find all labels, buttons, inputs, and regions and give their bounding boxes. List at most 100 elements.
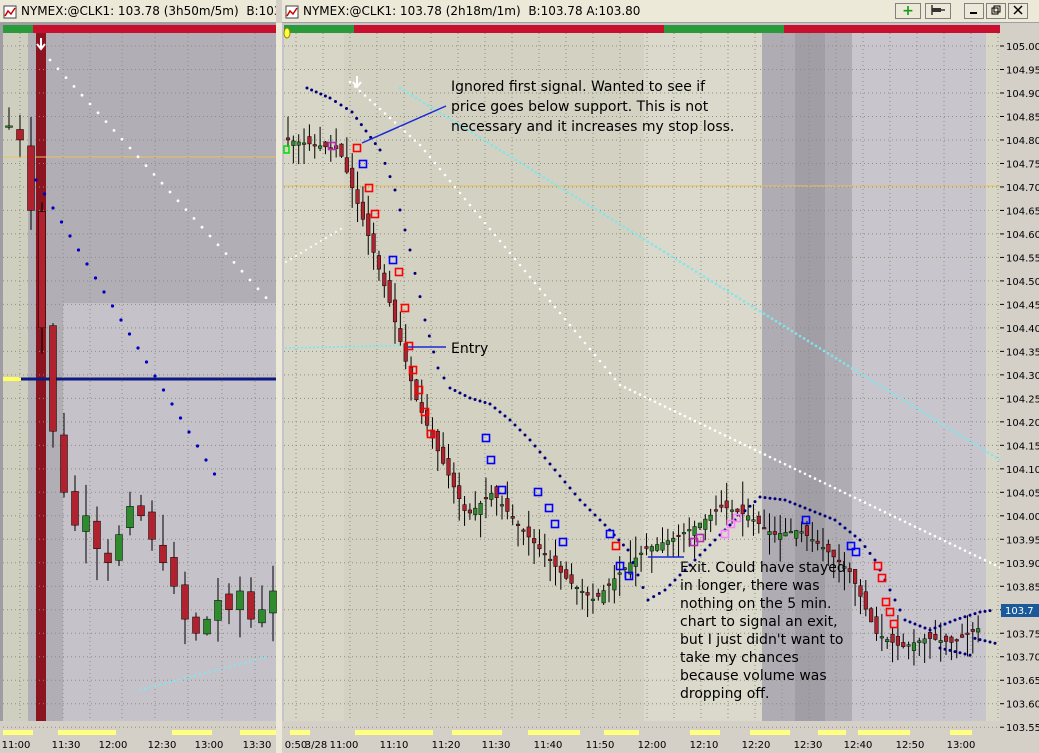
cyan-dot: [494, 146, 498, 149]
psar-dot: [888, 588, 892, 592]
price-tick-label: 104.85: [1006, 112, 1039, 123]
psar-dot: [378, 148, 382, 152]
right-chart-pane[interactable]: Ignored first signal. Wanted to see if pr…: [282, 23, 1039, 751]
down-candle: [192, 616, 200, 634]
down-candle: [137, 505, 145, 517]
ma-dot: [80, 93, 84, 97]
down-candle: [869, 608, 874, 623]
cyan-dot: [364, 345, 368, 348]
psar-dot: [673, 578, 677, 582]
psar-dot: [153, 374, 157, 378]
ma-dot: [623, 386, 627, 389]
psar-dot: [323, 94, 327, 98]
cyan-dot: [954, 431, 958, 435]
price-tick-label: 104.70: [1006, 183, 1039, 194]
psar-dot: [788, 500, 792, 504]
cyan-dot: [388, 344, 392, 348]
up-candle: [115, 534, 123, 561]
left-chart-pane[interactable]: 11:00 11:30 12:00 12:30 13:00 13:30: [0, 23, 282, 753]
down-candle: [510, 516, 515, 519]
up-candle: [478, 502, 483, 515]
down-candle: [532, 538, 537, 544]
ma-dot: [993, 563, 997, 567]
psar-dot: [423, 318, 427, 322]
down-candle: [863, 591, 868, 610]
cyan-dot: [898, 396, 902, 400]
ma-dot: [128, 146, 132, 150]
ma-dot: [393, 121, 397, 124]
cyan-dot: [994, 456, 998, 459]
ma-dot: [304, 248, 308, 252]
psar-dot: [641, 586, 645, 589]
psar-dot: [408, 248, 412, 252]
cyan-dot: [478, 136, 482, 139]
cyan-dot: [284, 346, 288, 350]
down-candle: [858, 585, 863, 597]
annotation-line: Ignored first signal. Wanted to see if: [451, 79, 706, 95]
down-candle: [933, 634, 938, 640]
cyan-dot: [618, 223, 622, 226]
psar-dot: [833, 518, 837, 522]
psar-dot: [34, 178, 38, 182]
psar-dot: [578, 498, 582, 502]
psar-dot: [663, 588, 667, 592]
up-candle: [489, 493, 494, 500]
time-tick-label: 12:20: [742, 740, 771, 751]
cyan-dot: [590, 205, 594, 209]
cyan-dot: [726, 290, 730, 293]
psar-dot: [713, 538, 717, 542]
psar-dot: [568, 486, 572, 490]
psar-dot: [528, 438, 532, 442]
cyan-dot: [718, 285, 722, 288]
cyan-dot: [598, 210, 602, 214]
up-candle: [5, 125, 13, 128]
psar-dot: [978, 638, 982, 642]
cyan-dot: [368, 345, 372, 348]
down-candle: [853, 569, 858, 584]
down-candle: [339, 143, 344, 157]
cyan-dot: [502, 151, 506, 154]
ma-dot: [843, 491, 847, 495]
psar-dot: [204, 458, 208, 462]
psar-dot: [393, 188, 397, 192]
down-candle: [890, 633, 895, 643]
up-candle: [203, 618, 211, 635]
ma-dot: [378, 107, 382, 111]
cyan-dot: [594, 208, 598, 211]
psar-dot: [305, 86, 309, 90]
psar-dot: [413, 271, 417, 275]
cyan-dot: [666, 252, 670, 256]
psar-dot: [102, 290, 106, 294]
ma-dot: [120, 137, 124, 141]
down-candle: [49, 325, 57, 432]
time-tick-label: 3/28: [305, 740, 327, 751]
cyan-dot: [292, 346, 296, 349]
down-candle: [350, 167, 355, 189]
psar-dot: [473, 398, 477, 401]
psar-dot: [988, 640, 992, 644]
ma-dot: [738, 441, 742, 444]
price-tick-label: 104.55: [1006, 253, 1039, 264]
ma-dot: [112, 129, 116, 132]
cyan-dot: [546, 178, 550, 182]
psar-dot: [42, 192, 47, 196]
cyan-dot: [422, 101, 426, 105]
ma-dot: [593, 353, 597, 357]
psar-dot: [51, 206, 55, 210]
ma-dot: [299, 251, 303, 255]
cyan-dot: [790, 329, 794, 333]
ma-dot: [708, 426, 712, 430]
cyan-dot: [738, 297, 742, 301]
psar-dot: [813, 510, 817, 514]
cyan-dot: [710, 280, 714, 283]
ma-dot: [200, 225, 204, 229]
ma-dot: [503, 245, 507, 249]
up-candle: [783, 532, 788, 537]
down-candle: [874, 616, 879, 634]
cyan-dot: [558, 185, 562, 189]
price-tick-label: 105.00: [1006, 42, 1039, 53]
ma-dot: [518, 263, 522, 267]
cyan-dot: [638, 235, 642, 239]
psar-dot: [136, 346, 140, 350]
psar-dot: [778, 497, 782, 501]
